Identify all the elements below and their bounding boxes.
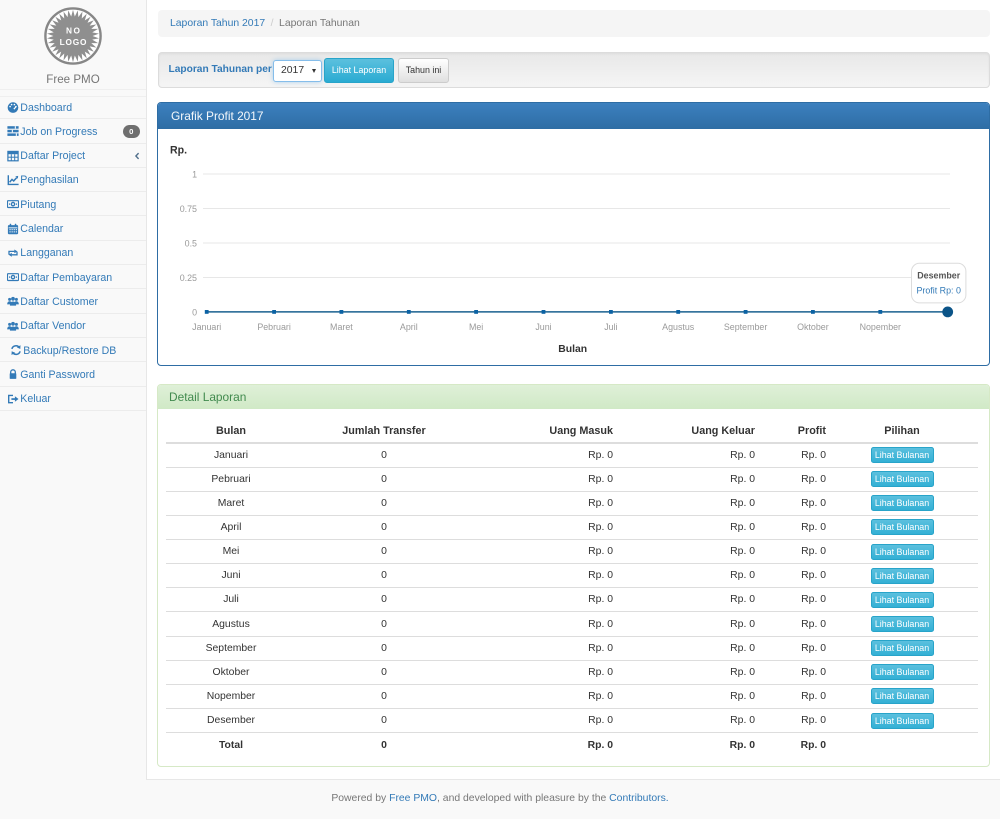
svg-text:Juli: Juli	[604, 322, 617, 332]
svg-text:Maret: Maret	[330, 322, 353, 332]
svg-text:0.75: 0.75	[180, 204, 197, 214]
svg-text:Agustus: Agustus	[662, 322, 695, 332]
svg-text:NO: NO	[66, 26, 82, 36]
svg-text:Juni: Juni	[535, 322, 551, 332]
svg-text:0.5: 0.5	[185, 239, 197, 249]
svg-text:1: 1	[192, 170, 197, 180]
svg-text:Rp.: Rp.	[170, 145, 187, 157]
svg-text:Desember: Desember	[917, 271, 960, 281]
svg-text:April: April	[400, 322, 418, 332]
svg-text:Mei: Mei	[469, 322, 483, 332]
svg-text:Januari: Januari	[192, 322, 221, 332]
svg-text:Oktober: Oktober	[797, 322, 829, 332]
svg-text:Profit Rp: 0: Profit Rp: 0	[916, 286, 960, 296]
svg-text:LOGO: LOGO	[60, 37, 88, 47]
svg-text:Nopember: Nopember	[860, 322, 901, 332]
svg-text:0: 0	[192, 308, 197, 318]
svg-text:September: September	[724, 322, 767, 332]
svg-text:Pebruari: Pebruari	[257, 322, 291, 332]
svg-text:0.25: 0.25	[180, 273, 197, 283]
svg-text:Bulan: Bulan	[558, 344, 587, 355]
